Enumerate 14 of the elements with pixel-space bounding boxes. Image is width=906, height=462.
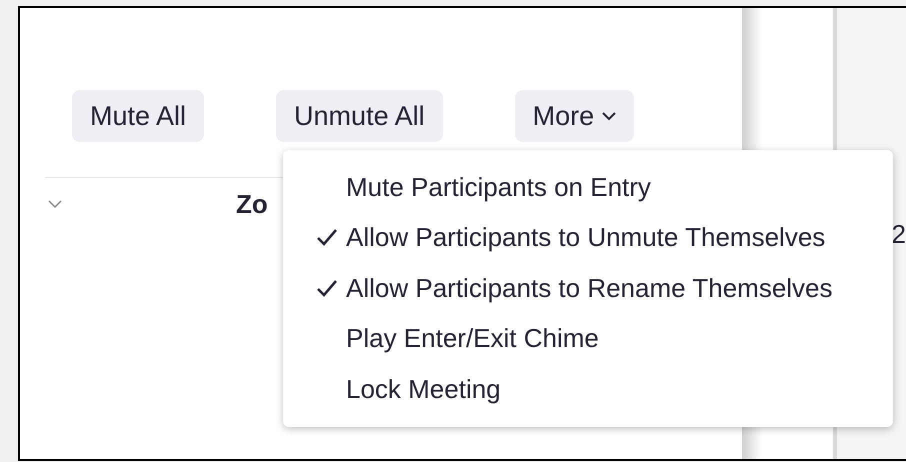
chevron-down-icon: [602, 112, 616, 120]
menu-item[interactable]: Play Enter/Exit Chime: [283, 314, 893, 364]
toolbar-button[interactable]: More: [514, 90, 634, 142]
menu-item[interactable]: Allow Participants to Unmute Themselves: [283, 212, 893, 263]
menu-item[interactable]: Lock Meeting: [283, 364, 893, 414]
chevron-down-icon[interactable]: [48, 200, 62, 208]
toolbar-button[interactable]: Unmute All: [276, 90, 443, 142]
side-text: 2: [892, 218, 906, 251]
group-title: Zo: [236, 188, 268, 220]
checkmark-icon: [317, 229, 337, 246]
toolbar-button[interactable]: Mute All: [72, 90, 204, 142]
checkmark-icon: [317, 280, 337, 297]
menu-item[interactable]: Mute Participants on Entry: [283, 162, 893, 212]
menu-item[interactable]: Allow Participants to Rename Themselves: [283, 263, 893, 314]
